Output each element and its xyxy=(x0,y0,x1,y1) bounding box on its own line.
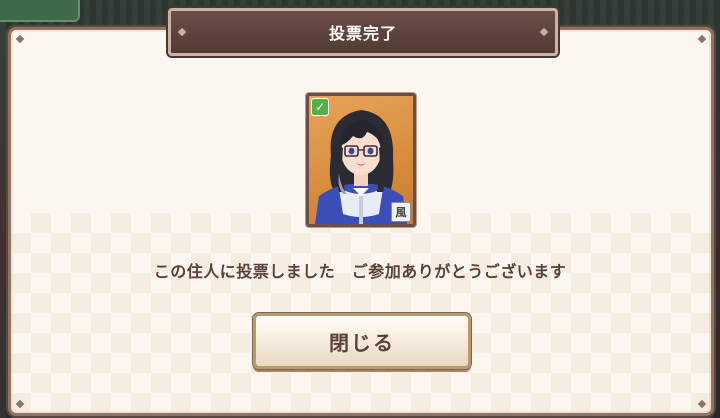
close-button[interactable]: 閉じる xyxy=(253,313,471,369)
wind-element-icon: 風 xyxy=(391,202,411,222)
check-icon: ✓ xyxy=(311,98,329,116)
close-button-label: 閉じる xyxy=(329,330,395,355)
dialog-title: 投票完了 xyxy=(328,24,397,43)
corner-ornament xyxy=(697,34,707,44)
dialog-title-banner: 投票完了 xyxy=(168,8,558,56)
banner-ornament xyxy=(539,27,549,37)
vote-message: この住人に投票しました ご参加ありがとうございます xyxy=(153,262,567,281)
corner-ornament xyxy=(15,34,25,44)
element-glyph: 風 xyxy=(395,206,407,219)
banner-ornament xyxy=(177,27,187,37)
character-card: ✓ 風 xyxy=(306,93,416,227)
check-glyph: ✓ xyxy=(314,100,326,114)
background-ui-fragment xyxy=(0,0,80,22)
